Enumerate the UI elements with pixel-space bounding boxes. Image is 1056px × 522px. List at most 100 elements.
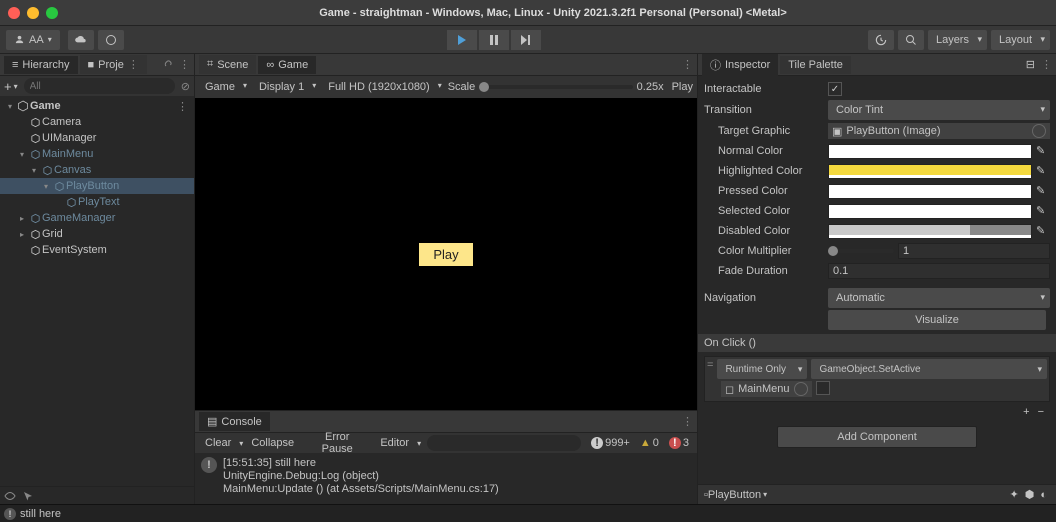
scene-tab[interactable]: ⌗Scene [199,55,256,74]
function-dropdown[interactable]: GameObject.SetActive [811,359,1047,379]
transition-dropdown[interactable]: Color Tint [828,100,1050,120]
console-tab[interactable]: ▤Console [199,412,270,431]
create-button[interactable]: + [4,79,12,94]
expand-arrow[interactable]: ▾ [4,102,16,111]
undo-history-button[interactable] [868,30,894,50]
fade-duration-input[interactable] [828,263,1050,279]
maximize-window-button[interactable] [46,7,58,19]
collapse-button[interactable]: Collapse [245,435,300,451]
warn-badge[interactable]: ▲0 [636,437,663,449]
hierarchy-item-camera[interactable]: Camera [0,114,194,130]
remove-event-button[interactable]: − [1038,406,1044,418]
error-badge[interactable]: !3 [665,437,693,449]
layers-dropdown[interactable]: Layers [928,30,987,50]
account-button[interactable]: AA ▾ [6,30,60,50]
expand-arrow[interactable]: ▾ [40,182,52,191]
onclick-header: On Click () [698,334,1056,352]
resolution-dropdown[interactable]: Full HD (1920x1080) [322,79,444,95]
hierarchy-item-mainmenu[interactable]: ▾MainMenu [0,146,194,162]
play-button[interactable] [447,30,477,50]
event-arg-checkbox[interactable] [816,381,830,395]
highlighted-color-label: Highlighted Color [704,165,828,177]
expand-arrow[interactable]: ▾ [16,150,28,159]
search-button[interactable] [898,30,924,50]
cube-icon [40,165,54,176]
eyedropper-icon[interactable]: ✎ [1036,164,1050,178]
panel-menu[interactable]: ⋮ [682,58,693,71]
eyedropper-icon[interactable]: ✎ [1036,184,1050,198]
expand-arrow[interactable]: ▸ [16,214,28,223]
hierarchy-tab[interactable]: ≡Hierarchy [4,56,78,74]
panel-menu[interactable]: ⋮ [682,415,693,428]
hierarchy-item-playbutton[interactable]: ▾PlayButton [0,178,194,194]
project-tab[interactable]: ■Proje⋮ [80,55,147,74]
hierarchy-item-uimanager[interactable]: UIManager [0,130,194,146]
panel-menu[interactable]: ⋮ [1041,58,1052,71]
bundle-icon-1[interactable]: ✦ [1010,488,1019,501]
clear-button[interactable]: Clear [199,435,237,451]
hierarchy-item-playtext[interactable]: PlayText [0,194,194,210]
eyedropper-icon[interactable]: ✎ [1036,224,1050,238]
pause-button[interactable] [479,30,509,50]
window-title: Game - straightman - Windows, Mac, Linux… [58,7,1048,19]
navigation-dropdown[interactable]: Automatic [828,288,1050,308]
expand-arrow[interactable]: ▾ [28,166,40,175]
hierarchy-item-eventsystem[interactable]: EventSystem [0,242,194,258]
scale-slider[interactable] [479,85,632,89]
expand-arrow[interactable]: ▸ [16,230,28,239]
history-button[interactable] [98,30,124,50]
object-picker-icon[interactable] [1032,124,1046,138]
selected-color-swatch[interactable] [828,204,1032,219]
normal-color-swatch[interactable] [828,144,1032,159]
visibility-icon[interactable] [4,490,16,502]
filter-button[interactable]: ⊘ [181,80,190,93]
event-object-field[interactable]: ◻MainMenu [721,381,812,397]
close-window-button[interactable] [8,7,20,19]
eyedropper-icon[interactable]: ✎ [1036,144,1050,158]
play-controls [447,30,541,50]
bundle-icon-3[interactable]: ◐ [1040,489,1047,501]
panel-menu[interactable]: ⋮ [179,58,190,71]
log-entry[interactable]: ! [15:51:35] still here UnityEngine.Debu… [195,453,697,500]
eyedropper-icon[interactable]: ✎ [1036,204,1050,218]
lock-icon[interactable]: ⊟ [1026,58,1035,71]
console-search[interactable] [427,435,581,451]
display-dropdown[interactable]: Display 1 [253,79,318,95]
step-button[interactable] [511,30,541,50]
interactable-checkbox[interactable]: ✓ [828,82,842,96]
highlighted-color-swatch[interactable] [828,164,1032,179]
game-mode-dropdown[interactable]: Game [199,79,249,95]
hierarchy-item-game[interactable]: ▾Game⋮ [0,98,194,114]
status-info-icon: ! [4,508,16,520]
hierarchy-item-grid[interactable]: ▸Grid [0,226,194,242]
visualize-button[interactable]: Visualize [828,310,1046,330]
add-event-button[interactable]: + [1023,406,1029,418]
item-label: UIManager [42,132,96,144]
play-focused: Play [672,81,693,93]
pressed-color-swatch[interactable] [828,184,1032,199]
info-badge[interactable]: !999+ [587,437,634,449]
runtime-dropdown[interactable]: Runtime Only [717,359,807,379]
game-tab[interactable]: ∞Game [258,56,316,74]
user-icon [14,34,25,45]
layout-dropdown[interactable]: Layout [991,30,1050,50]
target-graphic-field[interactable]: ▣PlayButton (Image) [828,123,1050,139]
bundle-icon-2[interactable]: ⬢ [1025,488,1035,501]
object-picker-icon[interactable] [794,382,808,396]
hierarchy-search[interactable] [24,78,175,94]
link-icon[interactable] [161,59,173,71]
color-multiplier-input[interactable] [898,243,1050,259]
hierarchy-item-gamemanager[interactable]: ▸GameManager [0,210,194,226]
scene-menu[interactable]: ⋮ [177,100,188,113]
add-component-button[interactable]: Add Component [777,426,977,448]
inspector-tab[interactable]: ⓘInspector [702,54,778,76]
disabled-color-swatch[interactable] [828,224,1032,239]
minimize-window-button[interactable] [27,7,39,19]
editor-dropdown[interactable]: Editor [374,435,415,451]
hierarchy-item-canvas[interactable]: ▾Canvas [0,162,194,178]
cloud-button[interactable] [68,30,94,50]
item-label: EventSystem [42,244,107,256]
pointer-icon[interactable] [22,490,34,502]
tile-palette-tab[interactable]: Tile Palette [780,56,851,74]
color-multiplier-slider[interactable] [828,249,894,253]
